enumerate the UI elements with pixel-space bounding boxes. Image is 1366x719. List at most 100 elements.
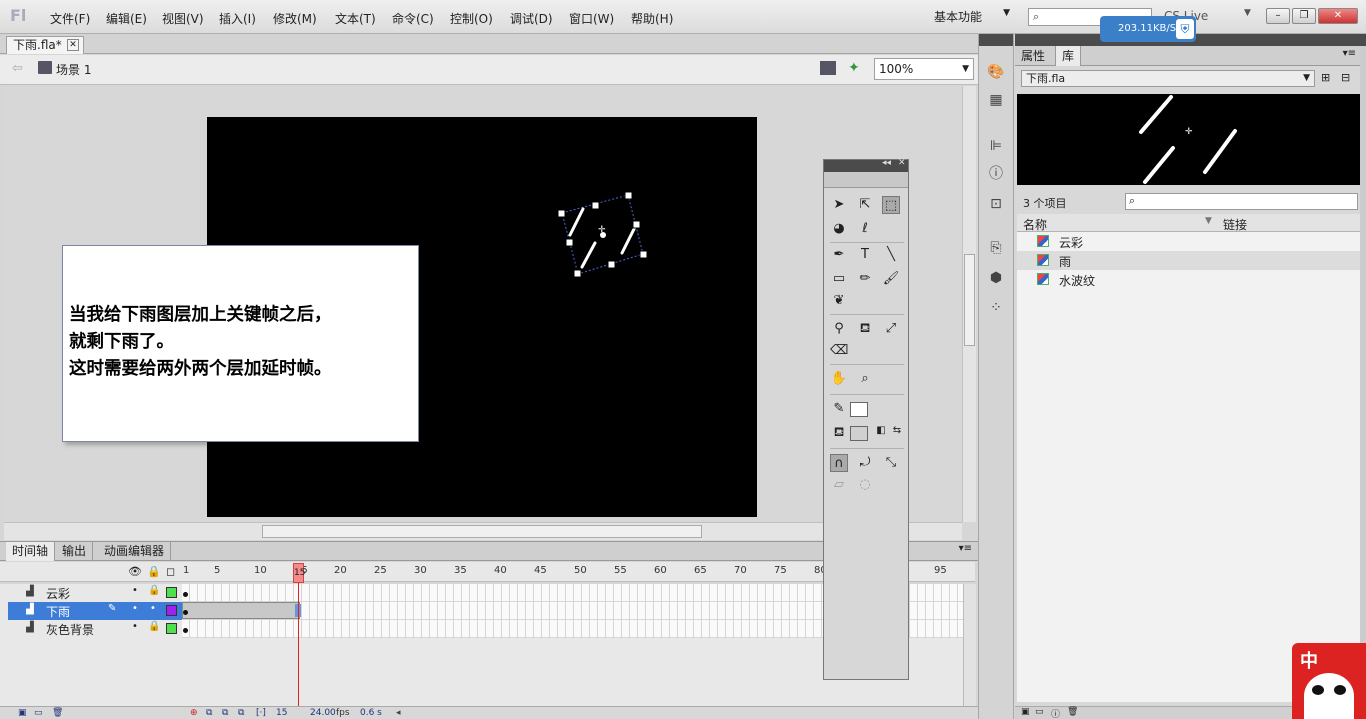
new-folder-icon[interactable]: ▭	[1035, 707, 1044, 717]
close-button[interactable]: ✕	[1318, 8, 1358, 24]
menu-modify[interactable]: 修改(M)	[273, 10, 317, 27]
pencil-tool-icon[interactable]: ✏	[856, 270, 874, 288]
edit-symbol-icon[interactable]: ✦	[848, 60, 860, 76]
back-arrow-icon[interactable]: ⇦	[12, 61, 23, 76]
scrollbar-thumb[interactable]	[964, 254, 975, 346]
menu-help[interactable]: 帮助(H)	[631, 10, 673, 27]
new-library-panel-icon[interactable]: ⊟	[1341, 71, 1350, 84]
minimize-button[interactable]: –	[1266, 8, 1290, 24]
layer-name[interactable]: 下雨	[46, 603, 70, 620]
panel-menu-icon[interactable]: ▾≡	[959, 543, 972, 554]
stage-horizontal-scrollbar[interactable]	[4, 522, 962, 540]
lock-icon[interactable]: 🔒	[147, 565, 161, 578]
library-search-input[interactable]: ⌕	[1125, 193, 1358, 210]
snap-to-objects-icon[interactable]: ∩	[830, 454, 848, 472]
tab-properties[interactable]: 属性	[1015, 46, 1051, 66]
scroll-left-icon[interactable]: ◂	[396, 708, 401, 718]
rectangle-tool-icon[interactable]: ▭	[830, 270, 848, 288]
tab-timeline[interactable]: 时间轴	[6, 542, 56, 561]
tab-motion-editor[interactable]: 动画编辑器	[98, 542, 172, 561]
info-panel-icon[interactable]: ⓘ	[987, 166, 1005, 182]
eraser-tool-icon[interactable]: ⌫	[830, 342, 848, 360]
3d-rotation-tool-icon[interactable]: ◕	[830, 220, 848, 238]
keyframe[interactable]	[183, 628, 188, 633]
eyedropper-tool-icon[interactable]: ⤢	[882, 320, 900, 338]
panel-menu-icon[interactable]: ▾≡	[1343, 48, 1356, 59]
onion-markers-icon[interactable]: [·]	[256, 708, 266, 718]
line-tool-icon[interactable]: ╲	[882, 246, 900, 264]
tools-panel-header[interactable]: ◂◂ ✕	[824, 158, 908, 172]
workspace-switcher[interactable]: 基本功能 ▼	[934, 8, 1016, 26]
lock-dot[interactable]: •	[150, 603, 156, 614]
layer-outline-color[interactable]	[166, 605, 177, 616]
menu-debug[interactable]: 调试(D)	[510, 10, 553, 27]
edit-multiple-frames-icon[interactable]: ⧉	[238, 708, 244, 718]
brush-tool-icon[interactable]: 🖌	[882, 270, 900, 288]
layer-row[interactable]: ▟ 下雨 ✎ • •	[8, 602, 182, 620]
layer-row[interactable]: ▟ 灰色背景 • 🔒	[8, 620, 182, 638]
align-panel-icon[interactable]: ⊫	[987, 138, 1005, 154]
scale-icon[interactable]: ⤡	[882, 454, 900, 472]
chevron-down-icon[interactable]: ▼	[1244, 8, 1251, 18]
pin-library-icon[interactable]: ⊞	[1321, 71, 1330, 84]
frame-span[interactable]	[182, 602, 300, 619]
library-document-select[interactable]: 下雨.fla ▼	[1021, 70, 1315, 87]
layer-name[interactable]: 灰色背景	[46, 621, 94, 638]
new-layer-icon[interactable]: ▣	[18, 708, 27, 718]
transform-panel-icon[interactable]: ⊡	[987, 196, 1005, 212]
frame-rate[interactable]: 24.00	[310, 708, 336, 718]
zoom-select[interactable]: 100% ▼	[874, 58, 974, 80]
panel-scrollbar[interactable]	[1360, 46, 1366, 719]
center-frame-icon[interactable]: ⊕	[190, 708, 198, 718]
tab-output[interactable]: 输出	[56, 542, 94, 561]
column-linkage[interactable]: 链接	[1223, 216, 1247, 233]
layer-outline-color[interactable]	[166, 587, 177, 598]
new-folder-icon[interactable]: ▭	[34, 708, 43, 718]
tab-library[interactable]: 库	[1055, 46, 1082, 66]
free-transform-tool-icon[interactable]: ⬚	[882, 196, 900, 214]
sort-down-icon[interactable]: ▼	[1205, 216, 1212, 226]
visibility-dot[interactable]: •	[132, 603, 138, 614]
fill-color-swatch[interactable]	[850, 426, 868, 441]
bone-tool-icon[interactable]: ⚲	[830, 320, 848, 338]
ime-panda-badge[interactable]: 中	[1292, 643, 1366, 719]
close-icon[interactable]: ✕	[67, 39, 79, 51]
motion-presets-icon[interactable]: ⁘	[987, 300, 1005, 316]
scrollbar-thumb[interactable]	[262, 525, 702, 538]
delete-icon[interactable]: 🗑	[1067, 707, 1078, 717]
swap-colors-icon[interactable]: ⇆	[888, 422, 906, 440]
delete-icon[interactable]: 🗑	[52, 708, 63, 718]
lasso-tool-icon[interactable]: ℓ	[856, 220, 874, 238]
deco-tool-icon[interactable]: ❦	[830, 292, 848, 310]
layer-name[interactable]: 云彩	[46, 585, 70, 602]
tools-panel-grip[interactable]	[824, 172, 908, 188]
menu-view[interactable]: 视图(V)	[162, 10, 204, 27]
components-panel-icon[interactable]: ⬢	[987, 270, 1005, 286]
menu-text[interactable]: 文本(T)	[335, 10, 376, 27]
keyframe[interactable]	[183, 592, 188, 597]
swatches-panel-icon[interactable]: ▦	[987, 92, 1005, 108]
selection-tool-icon[interactable]: ➤	[830, 196, 848, 214]
new-symbol-icon[interactable]: ▣	[1021, 707, 1030, 717]
menu-window[interactable]: 窗口(W)	[569, 10, 614, 27]
stroke-color-swatch[interactable]	[850, 402, 868, 417]
properties-icon[interactable]: ⓘ	[1051, 707, 1060, 719]
zoom-tool-icon[interactable]: ⌕	[856, 370, 874, 388]
library-item[interactable]: 水波纹	[1017, 270, 1360, 289]
dock-header[interactable]	[979, 34, 1013, 46]
menu-file[interactable]: 文件(F)	[50, 10, 90, 27]
actions-panel-icon[interactable]: ⎘	[987, 240, 1005, 256]
text-tool-icon[interactable]: T	[856, 246, 874, 264]
menu-insert[interactable]: 插入(I)	[219, 10, 256, 27]
library-item[interactable]: 雨	[1017, 251, 1360, 270]
timeline-scrollbar[interactable]	[963, 584, 976, 706]
eye-icon[interactable]: 👁	[128, 565, 142, 578]
menu-control[interactable]: 控制(O)	[450, 10, 493, 27]
lock-icon[interactable]: 🔒	[148, 585, 160, 596]
menu-commands[interactable]: 命令(C)	[392, 10, 434, 27]
outline-icon[interactable]: ◻	[166, 565, 175, 578]
close-icon[interactable]: ✕	[898, 158, 906, 168]
distort-icon[interactable]: ▱	[830, 476, 848, 494]
layer-outline-color[interactable]	[166, 623, 177, 634]
keyframe[interactable]	[183, 610, 188, 615]
